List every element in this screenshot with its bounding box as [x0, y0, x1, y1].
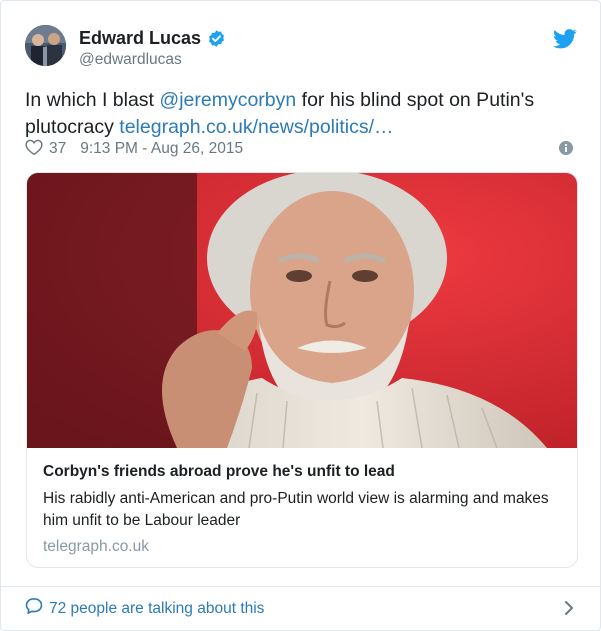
card-body: Corbyn's friends abroad prove he's unfit… — [43, 461, 563, 558]
card-domain: telegraph.co.uk — [43, 538, 149, 555]
like-count[interactable]: 37 — [49, 140, 66, 158]
heart-icon[interactable] — [25, 139, 49, 160]
author-name[interactable]: Edward Lucas — [79, 27, 201, 49]
twitter-bird-icon[interactable] — [553, 29, 577, 49]
tweet-text-start: In which I blast — [25, 89, 160, 111]
tweet-meta: 37 9:13 PM - Aug 26, 2015 — [25, 138, 577, 160]
verified-badge-icon — [207, 29, 226, 48]
author-handle[interactable]: @edwardlucas — [79, 50, 226, 70]
mention-link[interactable]: @jeremycorbyn — [159, 89, 296, 111]
avatar[interactable] — [25, 25, 66, 66]
talking-count-text[interactable]: 72 people are talking about this — [49, 600, 264, 618]
link-preview-card[interactable]: Corbyn's friends abroad prove he's unfit… — [26, 172, 578, 568]
timestamp[interactable]: 9:13 PM - Aug 26, 2015 — [80, 140, 243, 158]
tweet-embed-card: Edward Lucas @edwardlucas In which I bla… — [0, 0, 601, 631]
info-icon[interactable] — [559, 141, 573, 155]
article-photo[interactable] — [27, 173, 577, 449]
speech-bubble-icon — [25, 597, 43, 620]
tweet-header: Edward Lucas @edwardlucas — [25, 23, 577, 69]
conversation-link[interactable]: 72 people are talking about this — [25, 597, 264, 620]
tweet-footer[interactable]: 72 people are talking about this — [1, 586, 600, 631]
card-description: His rabidly anti-American and pro-Putin … — [43, 490, 549, 529]
tweet-text: In which I blast @jeremycorbyn for his b… — [25, 87, 577, 141]
card-title[interactable]: Corbyn's friends abroad prove he's unfit… — [43, 461, 563, 483]
author-block[interactable]: Edward Lucas @edwardlucas — [79, 27, 226, 70]
chevron-right-icon[interactable] — [564, 600, 574, 616]
article-link[interactable]: telegraph.co.uk/news/politics/… — [119, 116, 393, 138]
